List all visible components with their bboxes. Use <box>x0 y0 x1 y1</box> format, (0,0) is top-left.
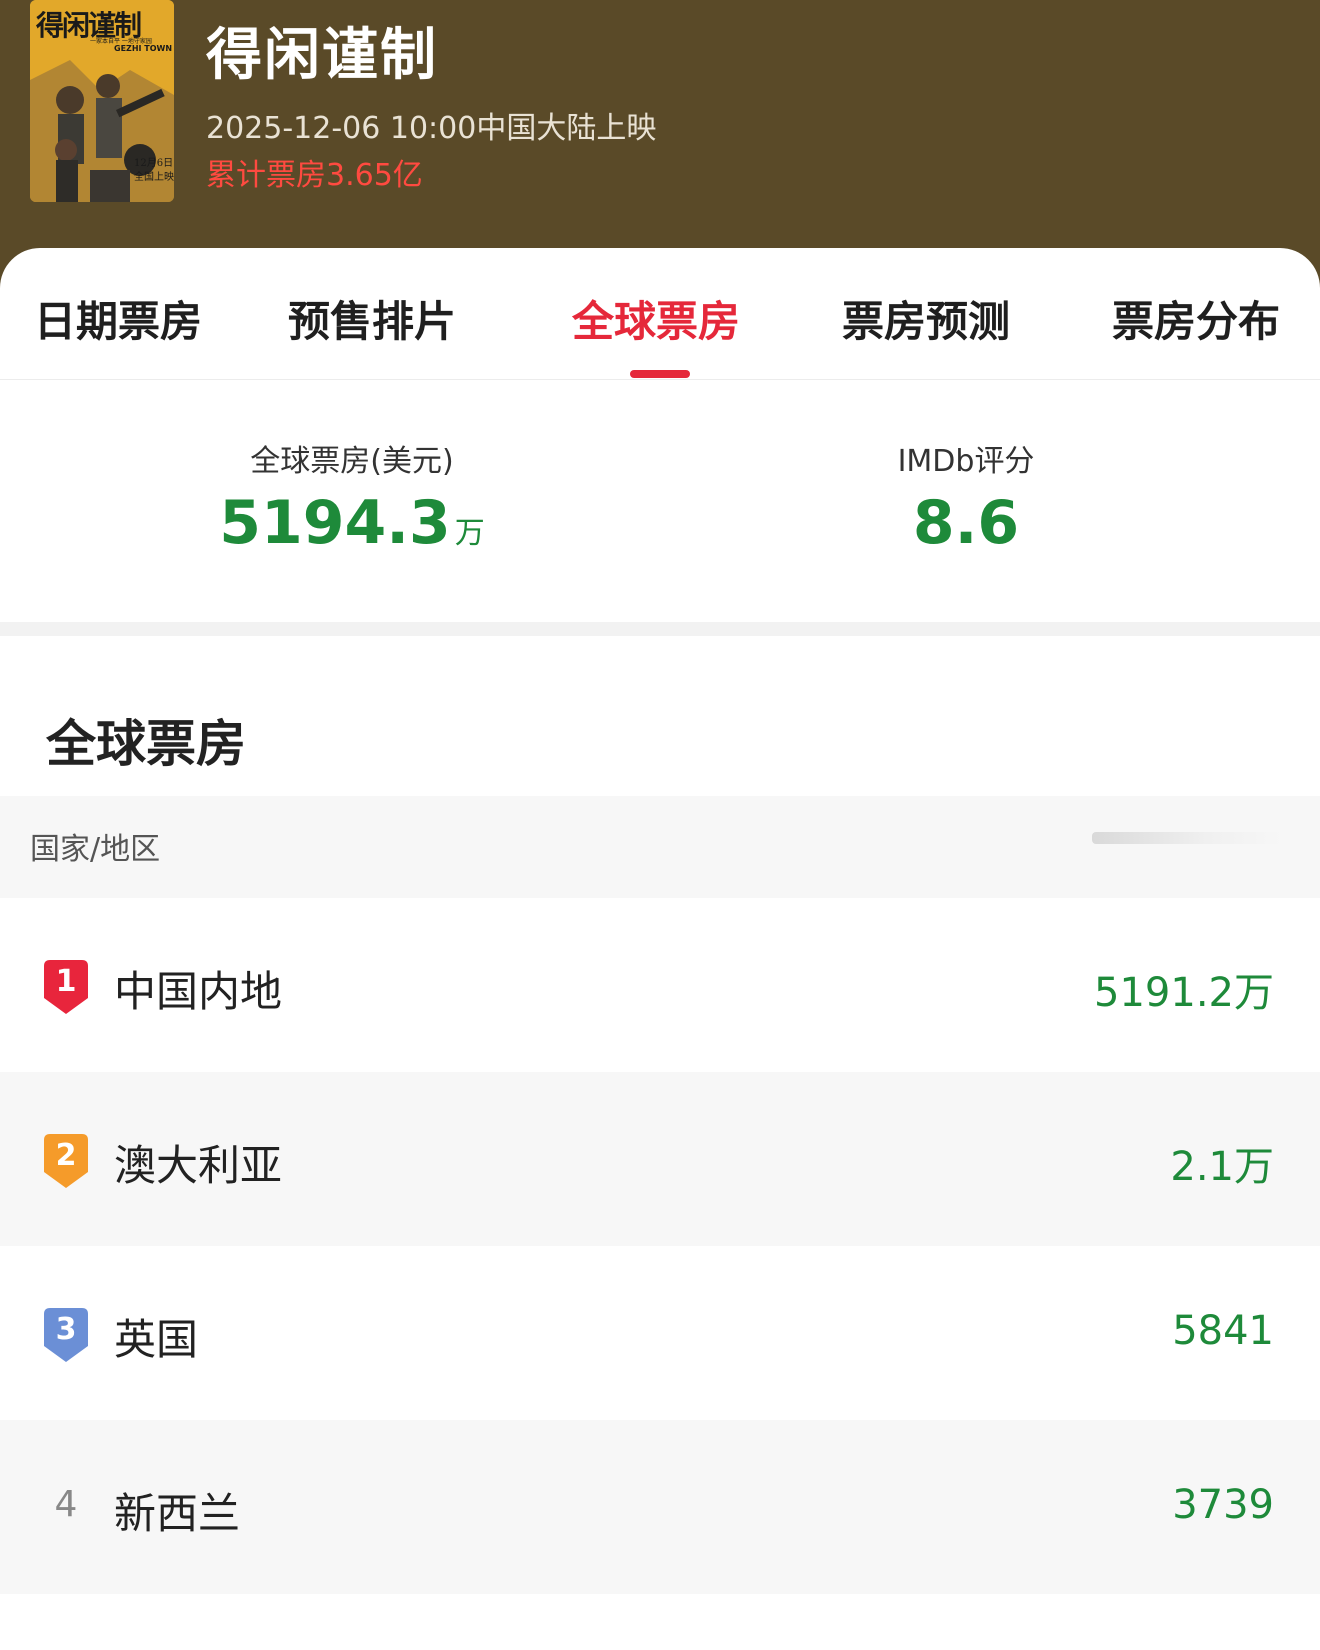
release-info: 2025-12-06 10:00中国大陆上映 <box>206 111 657 146</box>
country-name: 澳大利亚 <box>114 1141 283 1190</box>
active-tab-indicator <box>630 370 690 378</box>
cumulative-box-office: 累计票房3.65亿 <box>206 158 423 193</box>
table-header: 国家/地区 <box>0 796 1320 898</box>
box-office-value: 2.1万 <box>1170 1144 1274 1190</box>
tab-presale-schedule[interactable]: 预售排片 <box>288 288 456 349</box>
rank-number: 2 <box>55 1138 77 1173</box>
content-panel: 日期票房 预售排片 全球票房 票房预测 票房分布 全球票房(美元) 5194.3… <box>0 248 1320 1650</box>
imdb-label: IMDb评分 <box>897 444 1035 479</box>
rank-number: 3 <box>55 1312 77 1347</box>
box-office-value: 5191.2万 <box>1094 970 1274 1016</box>
poster-tagline: 一家本自平 一地守家园 <box>90 38 152 45</box>
global-box-office-unit: 万 <box>454 516 485 551</box>
rank-badge: 2 <box>44 1134 88 1188</box>
value-column-header <box>1092 832 1282 844</box>
country-name: 中国内地 <box>114 967 283 1016</box>
country-name: 新西兰 <box>114 1489 241 1538</box>
tab-global-box-office[interactable]: 全球票房 <box>572 288 740 349</box>
section-divider <box>0 622 1320 636</box>
movie-poster[interactable]: 得闲谨制 GEZHI TOWN 一家本自平 一地守家园 12月6日 全国上映 <box>30 0 174 202</box>
rank-badge: 3 <box>44 1308 88 1362</box>
tab-bar: 日期票房 预售排片 全球票房 票房预测 票房分布 <box>0 248 1320 380</box>
table-row[interactable]: 1 中国内地 5191.2万 <box>0 898 1320 1072</box>
table-row[interactable]: 4 新西兰 3739 <box>0 1420 1320 1594</box>
poster-subtitle: GEZHI TOWN <box>114 44 173 53</box>
country-column-header: 国家/地区 <box>30 832 161 867</box>
global-box-office-value: 5194.3 万 <box>219 488 485 558</box>
section-title: 全球票房 <box>46 715 246 773</box>
imdb-score: 8.6 <box>912 488 1020 558</box>
box-office-value: 5841 <box>1172 1308 1274 1354</box>
poster-release: 全国上映 <box>134 172 174 183</box>
box-office-value: 3739 <box>1172 1482 1274 1528</box>
stats-summary: 全球票房(美元) 5194.3 万 IMDb评分 8.6 <box>0 380 1320 622</box>
tab-daily-box-office[interactable]: 日期票房 <box>34 288 202 349</box>
global-box-office-number: 5194.3 <box>219 488 451 558</box>
country-name: 英国 <box>114 1315 199 1364</box>
global-box-office-label: 全球票房(美元) <box>250 444 454 479</box>
movie-title: 得闲谨制 <box>206 23 438 88</box>
rank-badge: 1 <box>44 960 88 1014</box>
tab-box-office-forecast[interactable]: 票房预测 <box>842 288 1010 349</box>
tab-box-office-distribution[interactable]: 票房分布 <box>1112 288 1280 349</box>
movie-header: 得闲谨制 GEZHI TOWN 一家本自平 一地守家园 12月6日 全国上映 得… <box>0 0 1320 290</box>
table-row[interactable]: 2 澳大利亚 2.1万 <box>0 1072 1320 1246</box>
poster-date: 12月6日 <box>134 158 174 169</box>
rank-number: 1 <box>55 964 77 999</box>
rank-number: 4 <box>54 1484 78 1525</box>
table-row[interactable]: 3 英国 5841 <box>0 1246 1320 1420</box>
